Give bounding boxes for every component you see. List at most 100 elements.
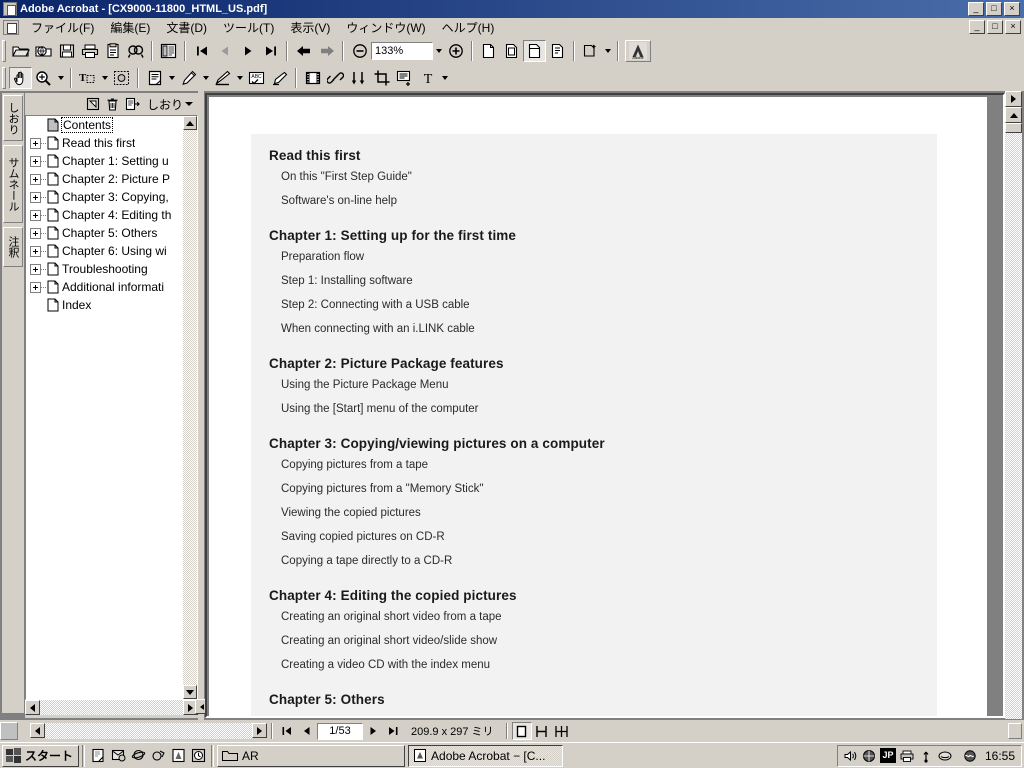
article-tool-icon[interactable] xyxy=(347,67,370,89)
toc-entry[interactable]: Using the Picture Package Menu xyxy=(281,379,919,391)
hscroll-left-button[interactable] xyxy=(30,723,45,738)
actual-size-icon[interactable] xyxy=(477,40,500,62)
bookmark-item[interactable]: Chapter 5: Others xyxy=(26,224,197,242)
go-forward-icon[interactable] xyxy=(315,40,338,62)
bookmarks-menu-button[interactable]: しおり xyxy=(143,96,196,113)
bookmark-item[interactable]: Additional informati xyxy=(26,278,197,296)
touchup-dropdown-arrow[interactable] xyxy=(439,67,450,89)
find-icon[interactable] xyxy=(124,40,147,62)
go-back-icon[interactable] xyxy=(292,40,315,62)
document-vscroll-thumb[interactable] xyxy=(1005,123,1022,133)
bookmark-item[interactable]: Index xyxy=(26,296,197,314)
link-tool-icon[interactable] xyxy=(324,67,347,89)
toc-entry[interactable]: Creating an original short video from a … xyxy=(281,611,919,623)
last-page-icon[interactable] xyxy=(259,40,282,62)
bookmarks-hscroll-mirror[interactable] xyxy=(30,723,267,739)
document-scroll-up-button[interactable] xyxy=(1005,107,1022,123)
start-button[interactable]: スタート xyxy=(2,744,80,767)
tools-toolbar-grip[interactable] xyxy=(2,67,6,89)
document-vscrollbar[interactable] xyxy=(1005,91,1022,719)
usb-icon[interactable] xyxy=(918,748,934,764)
new-bookmark-icon[interactable] xyxy=(83,95,103,114)
menu-document[interactable]: 文書(D) xyxy=(158,17,215,38)
toc-heading[interactable]: Chapter 4: Editing the copied pictures xyxy=(269,588,919,603)
bookmarks-scroll-up-button[interactable] xyxy=(183,116,197,130)
settings-icon[interactable] xyxy=(962,748,978,764)
tab-thumbnails[interactable]: サムネール xyxy=(3,145,23,223)
status-first-page-button[interactable] xyxy=(277,722,297,740)
trash-icon[interactable] xyxy=(103,95,123,114)
toc-entry[interactable]: Saving copied pictures on CD-R xyxy=(281,531,919,543)
single-page-icon[interactable] xyxy=(511,722,532,740)
bookmark-item[interactable]: Chapter 4: Editing th xyxy=(26,206,197,224)
bookmarks-scroll-left-button[interactable] xyxy=(25,700,40,715)
toc-entry[interactable]: Viewing the copied pictures xyxy=(281,507,919,519)
menu-tools[interactable]: ツール(T) xyxy=(215,17,282,38)
clock-icon[interactable] xyxy=(188,746,208,766)
toc-entry[interactable]: Step 2: Connecting with a USB cable xyxy=(281,299,919,311)
column-select-icon[interactable] xyxy=(110,67,133,89)
expand-icon[interactable] xyxy=(30,209,41,221)
menu-edit[interactable]: 編集(E) xyxy=(102,17,158,38)
pencil-tool-icon[interactable] xyxy=(177,67,200,89)
zoom-tool-icon[interactable] xyxy=(32,67,55,89)
rotate-dropdown-arrow[interactable] xyxy=(602,40,613,62)
fit-visible-icon[interactable] xyxy=(546,40,569,62)
bookmarks-vscrollbar[interactable] xyxy=(183,116,197,699)
expand-icon[interactable] xyxy=(30,137,41,149)
open-web-icon[interactable] xyxy=(32,40,55,62)
continuous-icon[interactable] xyxy=(532,722,552,740)
bookmark-item[interactable]: Chapter 2: Picture P xyxy=(26,170,197,188)
expand-icon[interactable] xyxy=(30,263,41,275)
show-desktop-icon[interactable] xyxy=(88,746,108,766)
bookmark-item[interactable]: Chapter 6: Using wi xyxy=(26,242,197,260)
highlight-tool-icon[interactable] xyxy=(211,67,234,89)
menu-help[interactable]: ヘルプ(H) xyxy=(434,17,503,38)
print-icon[interactable] xyxy=(78,40,101,62)
form-tool-icon[interactable] xyxy=(393,67,416,89)
expand-icon[interactable] xyxy=(30,191,41,203)
document-control-icon[interactable] xyxy=(3,19,19,35)
device-icon[interactable] xyxy=(937,748,953,764)
bookmarks-hscrollbar[interactable] xyxy=(25,700,198,715)
minimize-button[interactable]: _ xyxy=(968,2,984,16)
previous-page-icon[interactable] xyxy=(213,40,236,62)
toc-heading[interactable]: Read this first xyxy=(269,148,919,163)
bookmarks-hscroll-track[interactable] xyxy=(40,700,183,715)
text-select-dropdown-arrow[interactable] xyxy=(99,67,110,89)
bookmark-properties-icon[interactable] xyxy=(123,95,143,114)
menu-window[interactable]: ウィンドウ(W) xyxy=(338,17,433,38)
status-next-page-button[interactable] xyxy=(363,722,383,740)
toc-heading[interactable]: Chapter 5: Others xyxy=(269,692,919,707)
thumbnails-icon[interactable] xyxy=(157,40,180,62)
expand-icon[interactable] xyxy=(30,245,41,257)
toc-heading[interactable]: Chapter 3: Copying/viewing pictures on a… xyxy=(269,436,919,451)
ime-indicator[interactable]: JP xyxy=(879,748,896,763)
first-page-icon[interactable] xyxy=(190,40,213,62)
media-player-icon[interactable] xyxy=(148,746,168,766)
text-select-icon[interactable]: T xyxy=(76,67,99,89)
rotate-view-icon[interactable] xyxy=(579,40,602,62)
mdi-close-button[interactable]: × xyxy=(1005,20,1021,34)
movie-tool-icon[interactable] xyxy=(301,67,324,89)
toc-entry[interactable]: Creating an original short video/slide s… xyxy=(281,635,919,647)
zoom-tool-dropdown-arrow[interactable] xyxy=(55,67,66,89)
hand-tool-icon[interactable] xyxy=(9,67,32,89)
bookmarks-list[interactable]: Contents Read this first Chapter 1: Settin… xyxy=(25,115,198,700)
toc-entry[interactable]: Software's on-line help xyxy=(281,195,919,207)
print-setup-icon[interactable] xyxy=(101,40,124,62)
toolbar-grip[interactable] xyxy=(2,40,6,62)
status-previous-page-button[interactable] xyxy=(297,722,317,740)
touchup-text-icon[interactable]: T xyxy=(416,67,439,89)
document-vscroll-track[interactable] xyxy=(1005,133,1022,719)
zoom-out-icon[interactable] xyxy=(348,40,371,62)
zoom-dropdown-arrow[interactable] xyxy=(433,40,444,62)
bookmark-item[interactable]: Chapter 1: Setting u xyxy=(26,152,197,170)
clock-label[interactable]: 16:55 xyxy=(981,749,1017,763)
note-dropdown-arrow[interactable] xyxy=(166,67,177,89)
open-icon[interactable] xyxy=(9,40,32,62)
toc-heading[interactable]: Chapter 2: Picture Package features xyxy=(269,356,919,371)
taskbar-button-acrobat[interactable]: Adobe Acrobat − [C... xyxy=(408,744,564,767)
expand-icon[interactable] xyxy=(30,227,41,239)
bookmark-item[interactable]: Contents xyxy=(26,116,197,134)
